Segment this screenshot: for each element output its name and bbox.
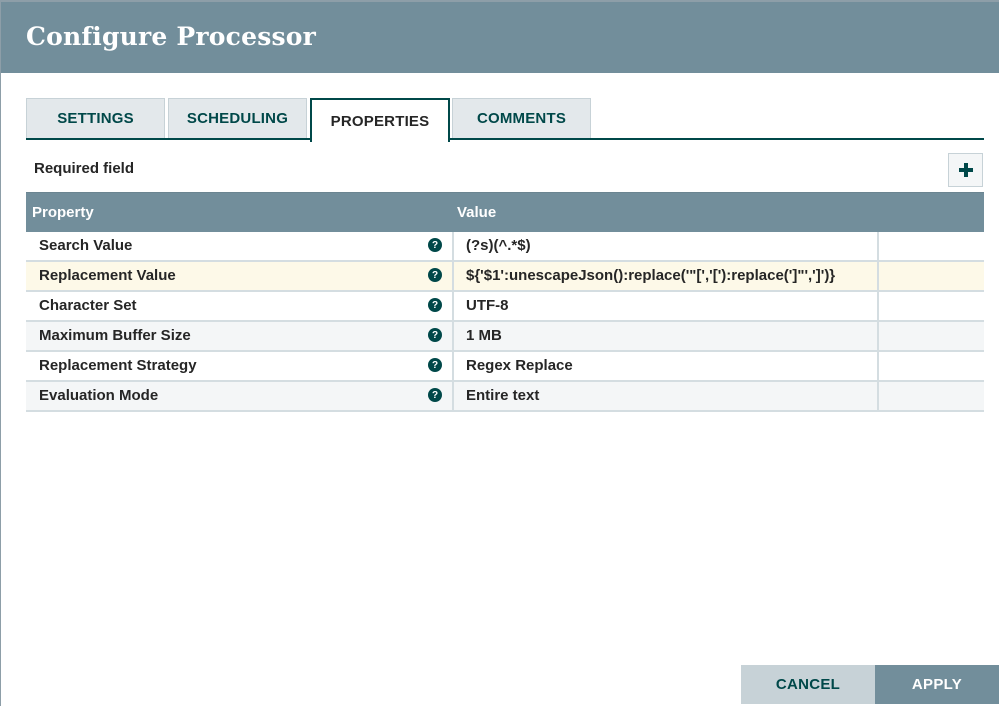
configure-processor-dialog: Configure Processor SETTINGS SCHEDULING … bbox=[1, 2, 999, 706]
column-divider bbox=[452, 322, 454, 350]
property-value[interactable]: Entire text bbox=[466, 387, 539, 404]
table-row[interactable]: Character Set ? UTF-8 bbox=[26, 292, 984, 322]
table-header: Property Value bbox=[26, 192, 984, 232]
column-divider bbox=[877, 262, 879, 290]
properties-table: Property Value Search Value ? (?s)(^.*$)… bbox=[26, 192, 984, 412]
question-circle-icon[interactable]: ? bbox=[428, 298, 442, 312]
question-circle-icon[interactable]: ? bbox=[428, 358, 442, 372]
column-divider bbox=[452, 292, 454, 320]
property-name: Evaluation Mode bbox=[39, 387, 159, 404]
property-name: Replacement Strategy bbox=[39, 357, 197, 374]
question-circle-icon[interactable]: ? bbox=[428, 238, 442, 252]
property-value[interactable]: Regex Replace bbox=[466, 357, 573, 374]
dialog-header: Configure Processor bbox=[1, 2, 999, 73]
tab-bar: SETTINGS SCHEDULING PROPERTIES COMMENTS bbox=[26, 98, 984, 142]
column-divider bbox=[452, 232, 454, 260]
tab-settings-label: SETTINGS bbox=[57, 110, 134, 127]
column-header-value[interactable]: Value bbox=[457, 204, 496, 221]
property-value[interactable]: 1 MB bbox=[466, 327, 502, 344]
tab-properties[interactable]: PROPERTIES bbox=[310, 98, 450, 142]
table-row[interactable]: Replacement Value ? ${'$1':unescapeJson(… bbox=[26, 262, 984, 292]
column-header-property[interactable]: Property bbox=[32, 204, 94, 221]
tab-settings[interactable]: SETTINGS bbox=[26, 98, 165, 138]
table-row[interactable]: Search Value ? (?s)(^.*$) bbox=[26, 232, 984, 262]
tab-properties-label: PROPERTIES bbox=[330, 112, 430, 130]
tab-comments-label: COMMENTS bbox=[476, 110, 567, 127]
property-name: Maximum Buffer Size bbox=[39, 327, 191, 344]
property-value[interactable]: UTF-8 bbox=[466, 297, 509, 314]
column-divider bbox=[877, 322, 879, 350]
question-circle-icon[interactable]: ? bbox=[428, 268, 442, 282]
column-divider bbox=[877, 382, 879, 410]
tab-comments[interactable]: COMMENTS bbox=[452, 98, 591, 138]
table-row[interactable]: Replacement Strategy ? Regex Replace bbox=[26, 352, 984, 382]
required-field-label: Required field bbox=[34, 160, 135, 177]
tab-scheduling[interactable]: SCHEDULING bbox=[168, 98, 307, 138]
cancel-button[interactable]: CANCEL bbox=[741, 665, 875, 704]
apply-button[interactable]: APPLY bbox=[875, 665, 999, 704]
column-divider bbox=[452, 352, 454, 380]
property-value[interactable]: ${'$1':unescapeJson():replace('"[','['):… bbox=[466, 267, 835, 284]
property-value[interactable]: (?s)(^.*$) bbox=[466, 237, 531, 254]
property-name: Search Value bbox=[39, 237, 133, 254]
property-name: Replacement Value bbox=[39, 267, 176, 284]
table-row[interactable]: Evaluation Mode ? Entire text bbox=[26, 382, 984, 412]
question-circle-icon[interactable]: ? bbox=[428, 388, 442, 402]
question-circle-icon[interactable]: ? bbox=[428, 328, 442, 342]
column-divider bbox=[877, 232, 879, 260]
dialog-title: Configure Processor bbox=[26, 22, 317, 51]
column-divider bbox=[452, 382, 454, 410]
tab-scheduling-label: SCHEDULING bbox=[186, 110, 289, 127]
add-property-button[interactable] bbox=[948, 153, 983, 187]
column-divider bbox=[452, 262, 454, 290]
column-divider bbox=[877, 292, 879, 320]
property-name: Character Set bbox=[39, 297, 137, 314]
column-divider bbox=[877, 352, 879, 380]
table-row[interactable]: Maximum Buffer Size ? 1 MB bbox=[26, 322, 984, 352]
plus-icon bbox=[958, 163, 973, 177]
